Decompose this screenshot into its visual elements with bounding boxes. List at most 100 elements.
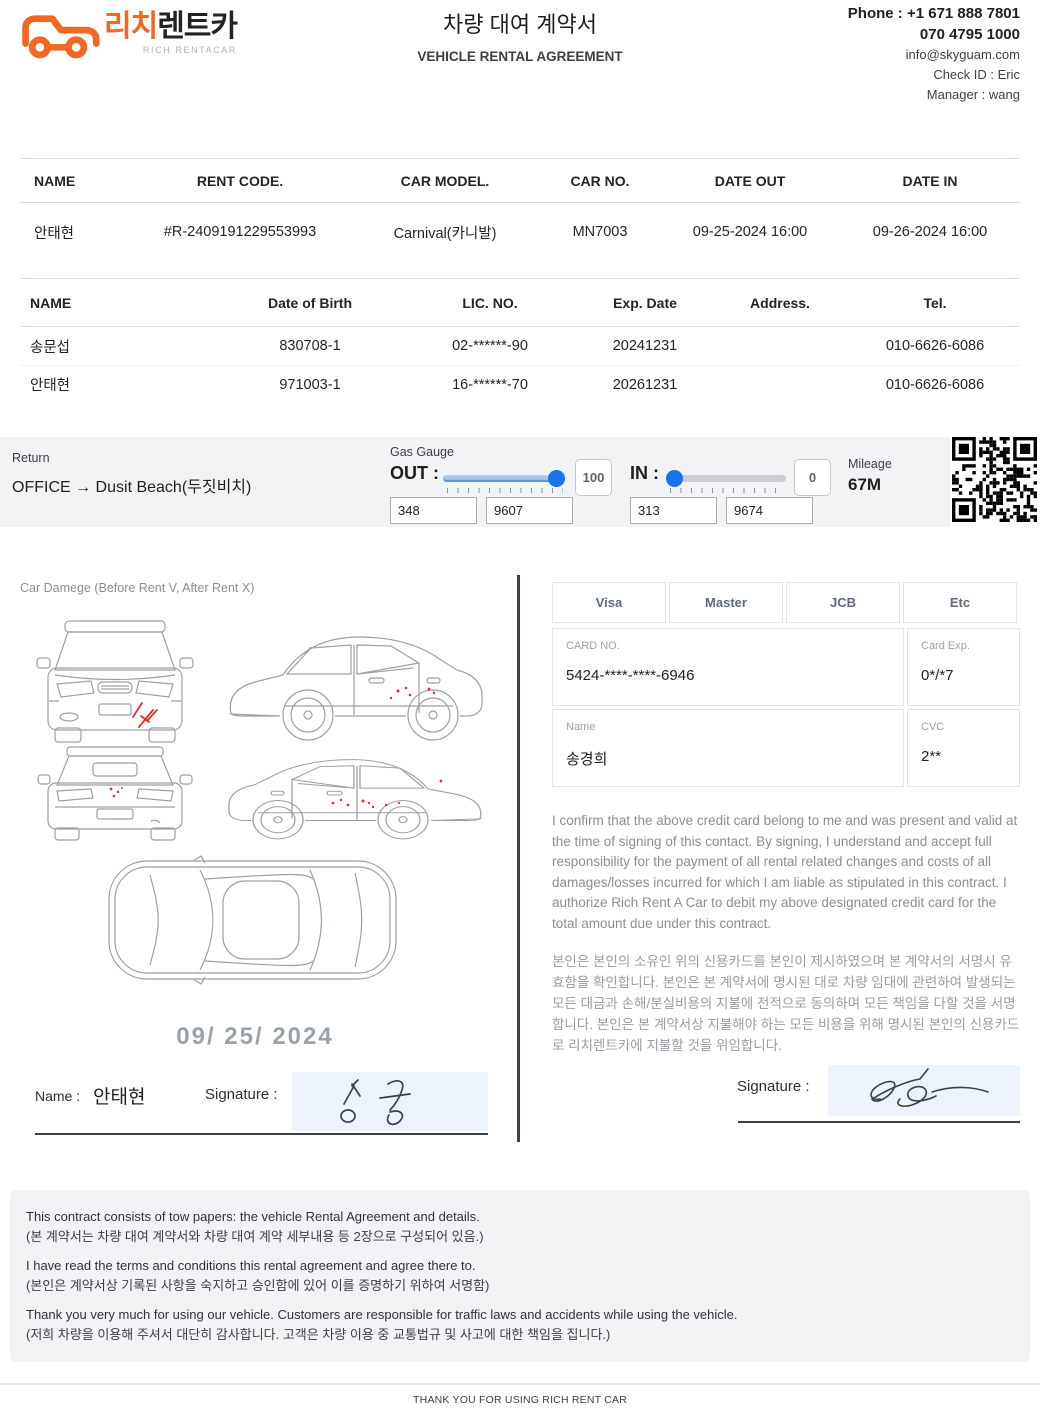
out-fuel-input[interactable]	[390, 497, 477, 524]
credit-card-section: Visa Master JCB Etc CARD NO. 5424-****-*…	[552, 578, 1020, 1140]
driver-row: 송문섭 830708-1 02-******-90 20241231 010-6…	[20, 327, 1020, 365]
gas-in-slider[interactable]	[666, 470, 786, 486]
card-exp-field[interactable]: Card Exp. 0*/*7	[907, 628, 1020, 706]
gas-in-slider-thumb[interactable]	[666, 470, 683, 487]
footer-note: I have read the terms and conditions thi…	[26, 1256, 1014, 1296]
car-damage-section: Car Damege (Before Rent V, After Rent X)	[20, 575, 490, 1142]
card-details-grid: CARD NO. 5424-****-****-6946 Card Exp. 0…	[552, 628, 1020, 787]
email: info@skyguam.com	[848, 45, 1020, 65]
gas-gauge-label: Gas Gauge	[390, 445, 454, 459]
cell-driver-exp: 20261231	[580, 377, 710, 393]
card-exp-value: 0*/*7	[921, 667, 1006, 684]
terms-footer: This contract consists of tow papers: th…	[10, 1190, 1030, 1362]
footer-note: This contract consists of tow papers: th…	[26, 1207, 1014, 1247]
logo-wordmark: 리치렌트카	[104, 12, 237, 42]
column-header-rent-code: RENT CODE.	[130, 173, 350, 189]
card-signature-pad[interactable]	[828, 1065, 1020, 1116]
gas-out-slider-track	[443, 475, 565, 482]
car-top-view-diagram	[105, 855, 400, 985]
footer-note-english: Thank you very much for using our vehicl…	[26, 1305, 1014, 1325]
driver-table-header-row: NAME Date of Birth LIC. NO. Exp. Date Ad…	[20, 279, 1020, 327]
cell-driver-dob: 971003-1	[220, 377, 400, 393]
rental-agreement-page: 리치렌트카 RICH RENTACAR 차량 대여 계약서 VEHICLE RE…	[0, 0, 1040, 1412]
card-holder-label: Name	[566, 721, 890, 733]
cell-driver-exp: 20241231	[580, 338, 710, 354]
in-fuel-input[interactable]	[630, 497, 717, 524]
tab-master[interactable]: Master	[669, 582, 783, 623]
gas-out-slider[interactable]	[443, 470, 565, 486]
footer-note: Thank you very much for using our vehicl…	[26, 1305, 1014, 1345]
gas-out-value: 100	[575, 459, 612, 496]
rental-summary-table: NAME RENT CODE. CAR MODEL. CAR NO. DATE …	[20, 158, 1020, 261]
card-holder-value: 송경희	[566, 748, 890, 769]
card-cvc-field[interactable]: CVC 2**	[907, 709, 1020, 787]
damage-mark-front	[133, 703, 157, 727]
driver-row: 안태현 971003-1 16-******-70 20261231 010-6…	[20, 365, 1020, 403]
cell-renter-name: 안태현	[20, 222, 130, 243]
renter-name-value: 안태현	[93, 1082, 145, 1109]
gas-out-label: OUT :	[390, 463, 439, 484]
cell-date-out: 09-25-2024 16:00	[660, 224, 840, 240]
out-odometer-input[interactable]	[486, 497, 573, 524]
card-signature-line	[738, 1121, 1020, 1123]
tab-jcb[interactable]: JCB	[786, 582, 900, 623]
gas-gauge-panel: Return OFFICE → Dusit Beach(두짓비치) Gas Ga…	[0, 437, 950, 527]
return-label: Return	[12, 451, 50, 465]
column-header-car-model: CAR MODEL.	[350, 173, 540, 189]
car-damage-label: Car Damege (Before Rent V, After Rent X)	[20, 581, 254, 595]
phone-primary: Phone : +1 671 888 7801	[848, 3, 1020, 24]
thank-you-text: THANK YOU FOR USING RICH RENT CAR	[0, 1394, 1040, 1406]
card-cvc-label: CVC	[921, 721, 1006, 733]
car-logo-icon	[16, 4, 102, 67]
title-korean: 차량 대여 계약서	[310, 7, 730, 39]
footer-note-english: I have read the terms and conditions thi…	[26, 1256, 1014, 1276]
card-confirmation-english: I confirm that the above credit card bel…	[552, 811, 1020, 934]
car-rear-view-diagram	[35, 745, 195, 841]
footer-note-korean: (본 계약서는 차량 대여 계약서와 차량 대여 계약 세부내용 등 2장으로 …	[26, 1227, 1014, 1247]
tab-etc[interactable]: Etc	[903, 582, 1017, 623]
document-title: 차량 대여 계약서 VEHICLE RENTAL AGREEMENT	[310, 7, 730, 64]
footer-divider	[0, 1383, 1040, 1385]
footer-note-english: This contract consists of tow papers: th…	[26, 1207, 1014, 1227]
agreement-date: 09/ 25/ 2024	[20, 1023, 490, 1051]
gas-out-slider-ticks	[447, 488, 563, 493]
gas-out-slider-thumb[interactable]	[548, 470, 565, 487]
card-confirmation-korean: 본인은 본인의 소유인 위의 신용카드를 본인이 제시하였으며 본 계약서의 서…	[552, 951, 1020, 1056]
renter-signature-pad[interactable]	[292, 1072, 488, 1131]
gas-in-slider-ticks	[670, 488, 784, 493]
card-number-label: CARD NO.	[566, 640, 890, 652]
column-header-address: Address.	[710, 295, 850, 311]
renter-signature-stroke	[292, 1072, 488, 1131]
cell-driver-name: 송문섭	[20, 336, 220, 357]
mileage-value: 67M	[848, 475, 881, 495]
column-header-name: NAME	[20, 295, 220, 311]
contact-info: Phone : +1 671 888 7801 070 4795 1000 in…	[848, 3, 1020, 105]
in-odometer-input[interactable]	[726, 497, 813, 524]
title-english: VEHICLE RENTAL AGREEMENT	[310, 49, 730, 64]
card-holder-field[interactable]: Name 송경희	[552, 709, 904, 787]
card-number-field[interactable]: CARD NO. 5424-****-****-6946	[552, 628, 904, 706]
cell-driver-name: 안태현	[20, 374, 220, 395]
card-exp-label: Card Exp.	[921, 640, 1006, 652]
rental-table-header-row: NAME RENT CODE. CAR MODEL. CAR NO. DATE …	[20, 159, 1020, 203]
column-header-date-in: DATE IN	[840, 173, 1020, 189]
car-right-side-view-diagram	[223, 745, 488, 841]
footer-note-korean: (본인은 계약서상 기록된 사항을 숙지하고 승인함에 있어 이를 증명하기 위…	[26, 1276, 1014, 1296]
damage-marks-right-side	[332, 780, 443, 809]
column-header-lic-no: LIC. NO.	[400, 295, 580, 311]
mileage-label: Mileage	[848, 457, 892, 471]
section-divider	[517, 575, 520, 1142]
tab-visa[interactable]: Visa	[552, 582, 666, 623]
cell-driver-dob: 830708-1	[220, 338, 400, 354]
cell-date-in: 09-26-2024 16:00	[840, 224, 1020, 240]
renter-name-label: Name :	[35, 1088, 80, 1104]
column-header-exp-date: Exp. Date	[580, 295, 710, 311]
qr-code	[952, 437, 1037, 522]
cell-driver-lic: 16-******-70	[400, 377, 580, 393]
check-id: Check ID : Eric	[848, 65, 1020, 85]
column-header-dob: Date of Birth	[220, 295, 400, 311]
cell-driver-lic: 02-******-90	[400, 338, 580, 354]
phone-secondary: 070 4795 1000	[848, 24, 1020, 45]
cell-car-no: MN7003	[540, 224, 660, 240]
driver-table: NAME Date of Birth LIC. NO. Exp. Date Ad…	[20, 278, 1020, 403]
